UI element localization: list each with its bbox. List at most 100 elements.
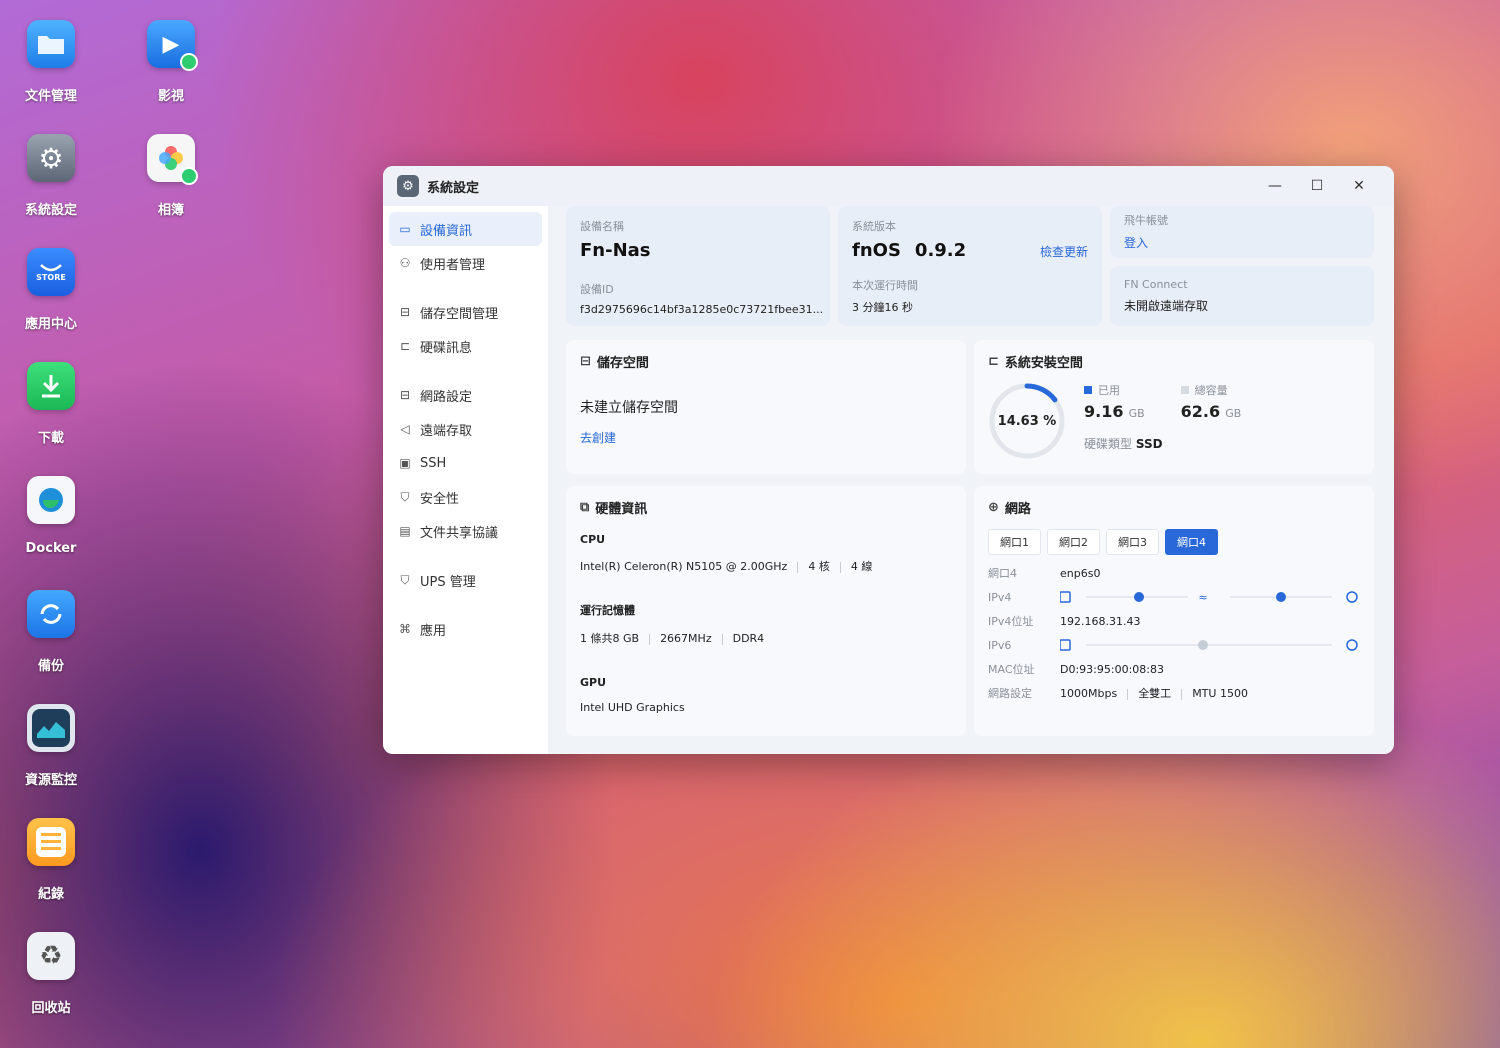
desktop-icon-label: 相簿 [157, 203, 184, 218]
gear-icon: ⚙ [397, 175, 419, 197]
sidebar-item-disks[interactable]: ⊏ 硬碟訊息 [389, 329, 542, 363]
os-name: fnOS [852, 240, 901, 261]
check-update-link[interactable]: 檢查更新 [1040, 243, 1088, 260]
usage-percent: 14.63 % [997, 413, 1057, 429]
sidebar-item-remote-access[interactable]: ◁ 遠端存取 [389, 412, 542, 446]
tab-port-4[interactable]: 網口4 [1165, 529, 1218, 555]
duplex: 全雙工 [1138, 687, 1172, 700]
sidebar: ▭ 設備資訊 ⚇ 使用者管理 ⊟ 儲存空間管理 ⊏ 硬碟訊息 ⊟ 網路設定 ◁ … [383, 206, 548, 754]
sidebar-item-label: 文件共享協議 [420, 525, 499, 541]
gear-icon: ⚙ [27, 134, 75, 182]
device-icon: ▭ [399, 222, 411, 236]
total-value: 62.6 [1180, 402, 1221, 421]
desktop-icon-settings[interactable]: ⚙ 系統設定 [1, 134, 101, 218]
port-tabs: 網口1 網口2 網口3 網口4 [988, 529, 1360, 555]
sidebar-item-network[interactable]: ⊟ 網路設定 [389, 378, 542, 412]
sidebar-item-storage[interactable]: ⊟ 儲存空間管理 [389, 295, 542, 329]
gpu-label: GPU [580, 676, 607, 689]
storage-icon: ⊟ [580, 354, 591, 369]
desktop-icon-label: 資源監控 [24, 773, 77, 788]
install-space-card: ⊏ 系統安裝空間 14.63 % 已用 9.16 GB 總容量 62.6 GB … [974, 340, 1374, 474]
desktop-icon-label: 回收站 [31, 1001, 71, 1016]
disk-icon: ⊏ [399, 339, 411, 353]
desktop-icon-label: 紀錄 [37, 887, 64, 902]
desktop-icon-logs[interactable]: 紀錄 [1, 818, 101, 902]
port-label: 網口4 [988, 567, 1017, 580]
hardware-icon: ⧉ [580, 500, 590, 515]
uptime-label: 本次運行時間 [852, 279, 918, 292]
desktop-icon-recycle-bin[interactable]: ♻ 回收站 [1, 932, 101, 1016]
desktop-icon-backup[interactable]: 備份 [1, 590, 101, 674]
os-version: 0.9.2 [914, 240, 967, 261]
maximize-button[interactable]: ☐ [1296, 166, 1338, 206]
user-icon: ⚇ [399, 256, 411, 270]
cpu-cores: 4 核 [808, 560, 830, 573]
sidebar-item-label: UPS 管理 [420, 574, 476, 590]
badge-icon [180, 53, 198, 71]
sidebar-item-apps[interactable]: ⌘ 應用 [389, 612, 542, 646]
used-value: 9.16 [1084, 402, 1124, 421]
desktop-icon-label: 系統設定 [24, 203, 77, 218]
sidebar-item-device-info[interactable]: ▭ 設備資訊 [389, 212, 542, 246]
device-card: 設備名稱 Fn-Nas 設備ID f3d2975696c14bf3a1285e0… [566, 206, 830, 326]
ipv4-topology: ≈ [1060, 591, 1358, 604]
total-legend-swatch [1180, 386, 1189, 394]
desktop-icon-app-center[interactable]: STORE 應用中心 [1, 248, 101, 332]
network-card: ⊕ 網路 網口1 網口2 網口3 網口4 網口4 enp6s0 IPv4 ≈ I… [974, 486, 1374, 736]
disk-icon: ⊏ [988, 354, 999, 369]
download-icon [27, 362, 75, 410]
desktop-icon-label: 應用中心 [24, 317, 77, 332]
used-label: 已用 [1098, 384, 1120, 397]
desktop-icon-download[interactable]: 下載 [1, 362, 101, 446]
cpu-threads: 4 線 [850, 560, 873, 573]
mac-address: D0:93:95:00:08:83 [1060, 662, 1164, 676]
login-link[interactable]: 登入 [1124, 234, 1360, 251]
terminal-icon: ▣ [399, 456, 411, 470]
svg-text:≈: ≈ [1198, 591, 1207, 604]
hardware-title: 硬體資訊 [595, 502, 648, 517]
sidebar-item-label: 儲存空間管理 [420, 306, 499, 322]
sidebar-item-label: 設備資訊 [420, 223, 473, 239]
sidebar-item-users[interactable]: ⚇ 使用者管理 [389, 246, 542, 280]
ipv6-label: IPv6 [988, 638, 1012, 652]
settings-window: ⚙ 系統設定 — ☐ ✕ ▭ 設備資訊 ⚇ 使用者管理 ⊟ 儲存空間管理 ⊏ 硬… [383, 166, 1394, 754]
store-text: STORE [36, 272, 66, 282]
desktop-icon-resource-monitor[interactable]: 資源監控 [1, 704, 101, 788]
memory-type: DDR4 [732, 632, 765, 645]
sidebar-item-ups[interactable]: ⛉ UPS 管理 [389, 563, 542, 597]
storage-title: 儲存空間 [596, 356, 649, 371]
minimize-button[interactable]: — [1254, 166, 1296, 206]
fn-connect-card: FN Connect 未開啟遠端存取 [1110, 266, 1374, 326]
globe-icon: ⊕ [988, 500, 999, 515]
close-button[interactable]: ✕ [1338, 166, 1380, 206]
desktop-icon-label: 影視 [157, 89, 184, 104]
desktop-icon-docker[interactable]: Docker [1, 476, 101, 556]
desktop-icon-label: 文件管理 [24, 89, 77, 104]
desktop-icon-photos[interactable]: 相簿 [121, 134, 221, 218]
store-icon: STORE [27, 248, 75, 296]
sidebar-item-label: 遠端存取 [420, 423, 473, 439]
create-storage-link[interactable]: 去創建 [580, 429, 952, 446]
port-name: enp6s0 [1060, 566, 1101, 580]
photos-icon [147, 134, 198, 185]
ipv4-address-label: IPv4位址 [988, 615, 1034, 628]
tab-port-1[interactable]: 網口1 [988, 529, 1041, 555]
desktop-icon-video[interactable]: ▶ 影視 [121, 20, 221, 104]
sidebar-item-ssh[interactable]: ▣ SSH [389, 446, 542, 480]
used-unit: GB [1128, 407, 1145, 420]
device-name-label: 設備名稱 [580, 220, 624, 233]
memory-label: 運行記憶體 [580, 604, 635, 617]
desktop-icon-file-manager[interactable]: 文件管理 [1, 20, 101, 104]
account-card: 飛牛帳號 登入 [1110, 206, 1374, 258]
tab-port-2[interactable]: 網口2 [1047, 529, 1100, 555]
device-name: Fn-Nas [580, 240, 651, 261]
apps-icon: ⌘ [399, 622, 411, 636]
tab-port-3[interactable]: 網口3 [1106, 529, 1159, 555]
uptime-value: 3 分鐘16 秒 [852, 301, 913, 314]
window-titlebar[interactable]: ⚙ 系統設定 — ☐ ✕ [383, 166, 1394, 206]
memory-speed: 2667MHz [660, 632, 712, 645]
sidebar-item-file-sharing[interactable]: ▤ 文件共享協議 [389, 514, 542, 548]
ipv4-address: 192.168.31.43 [1060, 614, 1141, 628]
sidebar-item-security[interactable]: ⛉ 安全性 [389, 480, 542, 514]
network-settings-label: 網路設定 [988, 687, 1032, 700]
